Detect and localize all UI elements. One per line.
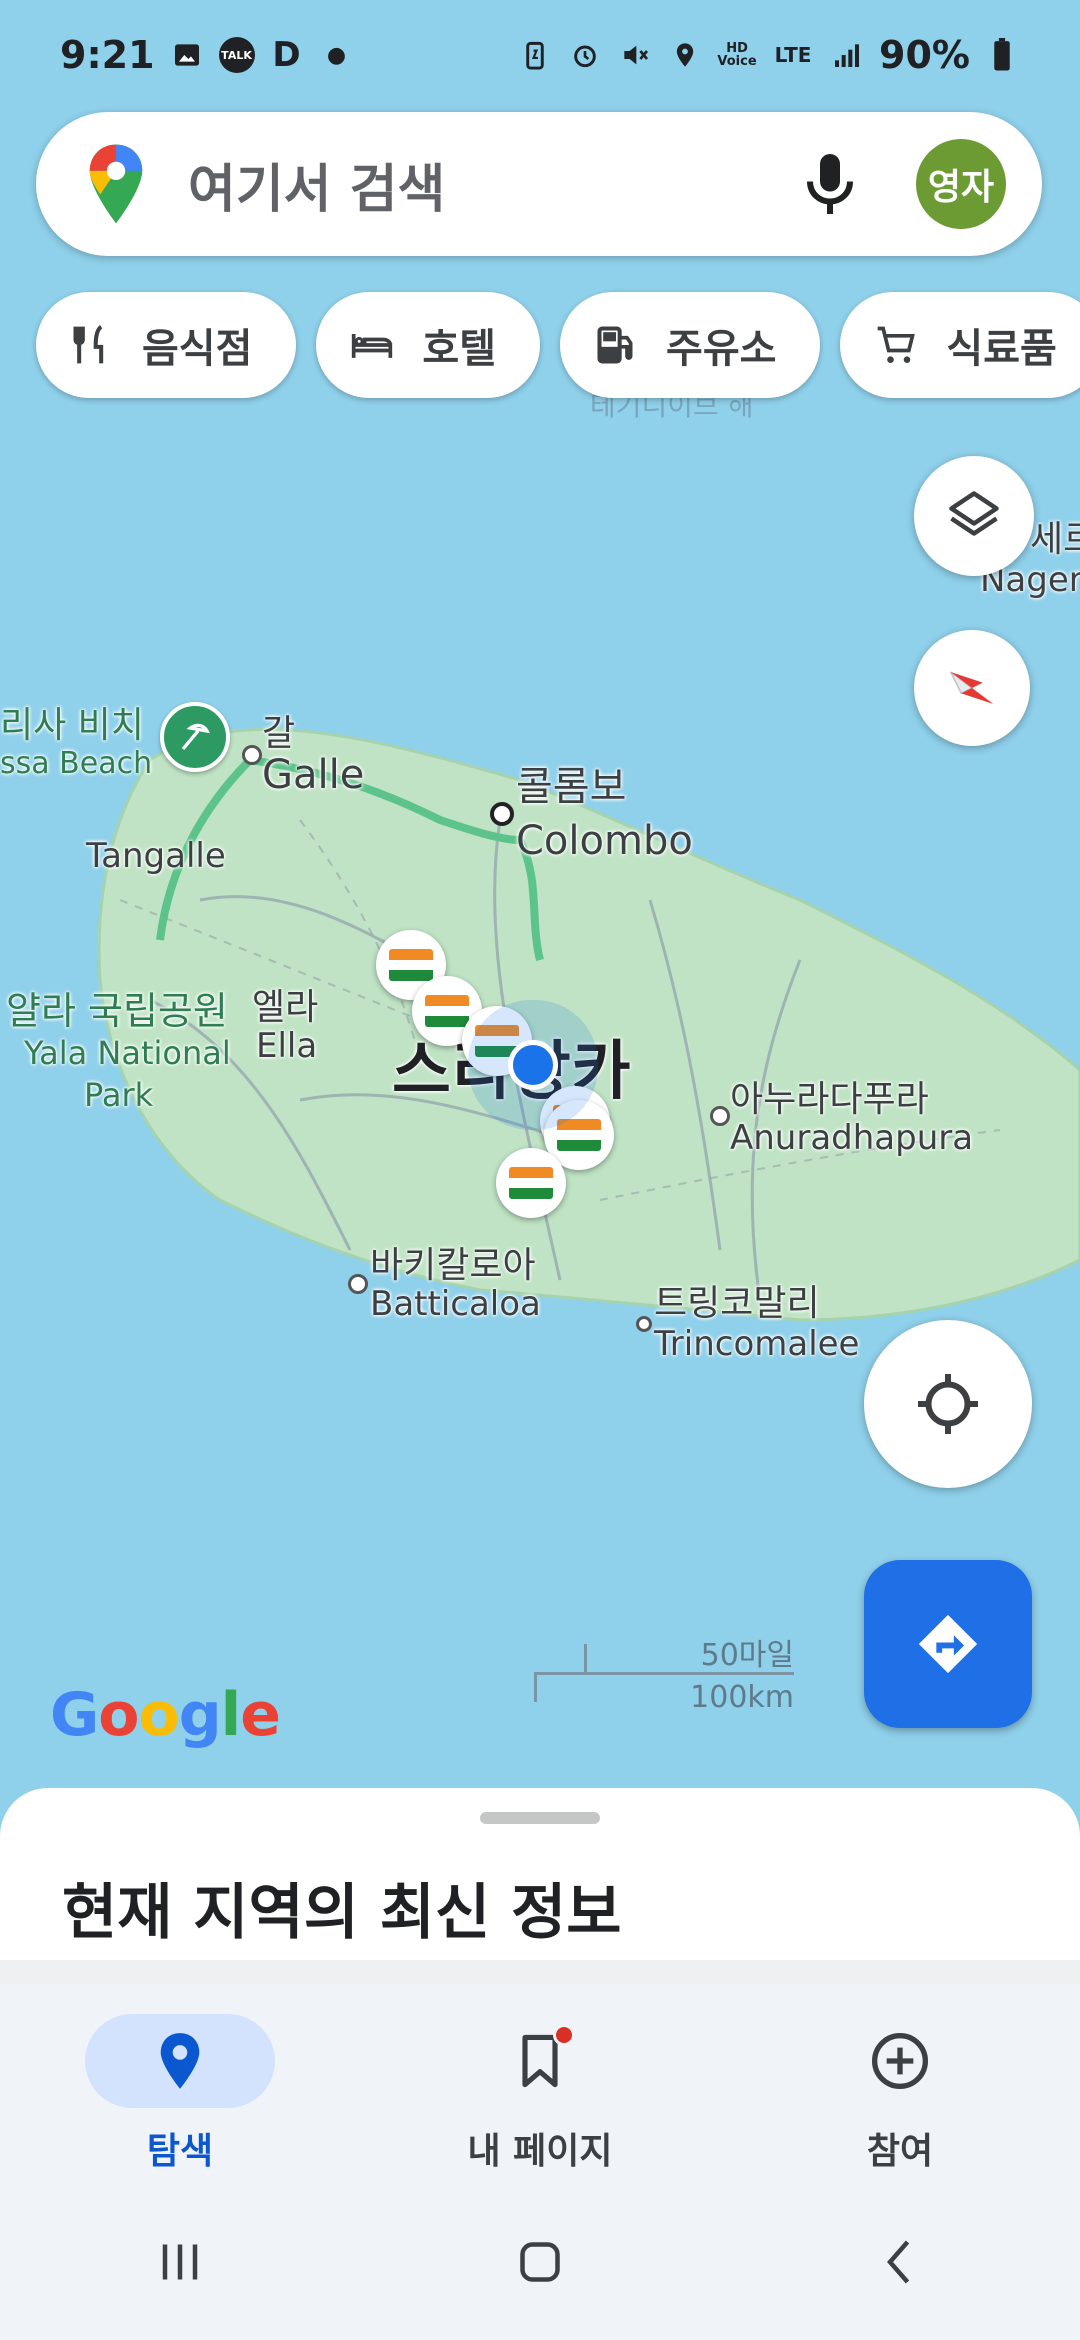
map-label-trincomalee-en: Trincomalee (654, 1324, 860, 1364)
map-label-yala-en1: Yala National (24, 1034, 231, 1072)
india-flag-marker[interactable] (496, 1148, 566, 1218)
sheet-divider (0, 1960, 1080, 1984)
compass-icon (949, 671, 994, 704)
chip-label: 음식점 (142, 326, 253, 372)
bottom-sheet[interactable]: 현재 지역의 최신 정보 (0, 1788, 1080, 1960)
map-label-colombo-en: Colombo (516, 818, 693, 864)
nav-contribute-label: 참여 (866, 2131, 934, 2172)
google-maps-pin-icon (89, 144, 143, 224)
nav-contribute[interactable]: 참여 (720, 1984, 1080, 2184)
voice-text: Voice (717, 54, 757, 69)
map-label-ella-en: Ella (256, 1026, 318, 1066)
chip-gas-stations[interactable]: 주유소 (560, 292, 821, 398)
nav-explore-label: 탐색 (146, 2131, 214, 2172)
google-logo: Google (50, 1680, 281, 1750)
grocery-icon (878, 326, 916, 363)
map-label-anuradhapura-en: Anuradhapura (730, 1118, 974, 1158)
map-scale: 50마일 100km (534, 1630, 794, 1715)
map-label-anuradhapura-ko: 아누라다푸라 (730, 1079, 929, 1120)
layers-icon (949, 491, 999, 536)
mute-icon (617, 37, 653, 73)
my-location-button[interactable] (864, 1320, 1032, 1488)
crosshair-icon (918, 1374, 978, 1434)
scale-km: 100km (690, 1680, 794, 1715)
alarm-icon (567, 37, 603, 73)
status-time: 9:21 (60, 33, 155, 77)
battery-icon (984, 37, 1020, 73)
directions-icon (918, 1614, 978, 1674)
bottom-navigation: 탐색 내 페이지 참여 (0, 1984, 1080, 2184)
talk-icon: TALK (218, 37, 255, 73)
category-chips: 음식점 호텔 주유소 식료품 (36, 292, 1080, 398)
add-circle-icon (872, 2033, 928, 2089)
map-label-tangalle: Tangalle (86, 836, 226, 876)
microphone-icon[interactable] (800, 148, 860, 220)
sheet-title: 현재 지역의 최신 정보 (62, 1878, 622, 1948)
recents-icon[interactable] (150, 2232, 210, 2292)
explore-pin-icon (160, 2033, 200, 2089)
battery-percent: 90% (879, 33, 970, 77)
layers-button[interactable] (914, 456, 1034, 576)
beach-pin-icon[interactable] (160, 702, 230, 772)
map-dot-anuradhapura (710, 1106, 730, 1126)
chip-restaurants[interactable]: 음식점 (36, 292, 297, 398)
compass-button[interactable] (914, 630, 1030, 746)
search-bar[interactable]: 여기서 검색 영자 (36, 112, 1042, 256)
status-bar: 9:21 TALK D ● HD Voice LTE 90% (0, 0, 1080, 110)
location-icon (667, 37, 703, 73)
lte-icon: LTE (774, 43, 812, 67)
map-label-galle-en: Galle (262, 752, 365, 798)
map-label-colombo-ko: 콜롬보 (516, 764, 627, 810)
map-label-ella-ko: 엘라 (252, 987, 319, 1028)
chip-hotels[interactable]: 호텔 (316, 292, 541, 398)
hd-voice-icon: HD Voice (717, 37, 757, 73)
chip-groceries[interactable]: 식료품 (840, 292, 1080, 398)
map-dot-colombo (490, 802, 514, 826)
scale-miles: 50마일 (700, 1638, 794, 1673)
map-dot-galle (242, 745, 262, 765)
sheet-drag-handle[interactable] (480, 1812, 600, 1824)
search-input[interactable]: 여기서 검색 (188, 147, 800, 222)
map-dot-trincomalee (636, 1316, 652, 1332)
map-label-yala-en2: Park (84, 1076, 154, 1114)
map-label-beach-en: ssa Beach (0, 746, 153, 781)
nav-contribute-pill (805, 2014, 995, 2108)
restaurant-icon (73, 324, 104, 364)
notification-dot (553, 2024, 575, 2046)
avatar[interactable]: 영자 (916, 139, 1006, 229)
map-label-yala-ko: 얄라 국립공원 (6, 989, 228, 1033)
map-label-edge-ko: 세르 (1030, 519, 1080, 560)
map-label-galle-ko: 갈 (262, 713, 296, 754)
d-icon: D (272, 35, 301, 75)
nav-explore-pill (85, 2014, 275, 2108)
map-label-batticaloa-ko: 바키칼로아 (370, 1245, 536, 1286)
home-icon[interactable] (510, 2232, 570, 2292)
back-icon[interactable] (870, 2232, 930, 2292)
nav-my-page[interactable]: 내 페이지 (360, 1984, 720, 2184)
gas-station-icon (597, 326, 633, 364)
hotel-icon (352, 334, 393, 358)
map-label-trincomalee-ko: 트링코말리 (654, 1283, 820, 1324)
chip-label: 식료품 (946, 326, 1057, 372)
signal-icon (829, 37, 865, 73)
nav-my-page-label: 내 페이지 (467, 2131, 613, 2172)
map-label-beach-ko: 리사 비치 (0, 705, 144, 746)
dot-icon: ● (326, 42, 347, 68)
chip-label: 호텔 (422, 326, 497, 372)
map-dot-batticaloa (348, 1274, 368, 1294)
directions-button[interactable] (864, 1560, 1032, 1728)
nav-my-page-pill (445, 2014, 635, 2108)
map-label-batticaloa-en: Batticaloa (370, 1284, 541, 1324)
my-location-dot (508, 1040, 558, 1090)
gallery-icon (169, 37, 205, 73)
chip-label: 주유소 (666, 326, 777, 372)
system-navigation (0, 2184, 1080, 2340)
nav-explore[interactable]: 탐색 (0, 1984, 360, 2184)
battery-saver-icon (517, 37, 553, 73)
